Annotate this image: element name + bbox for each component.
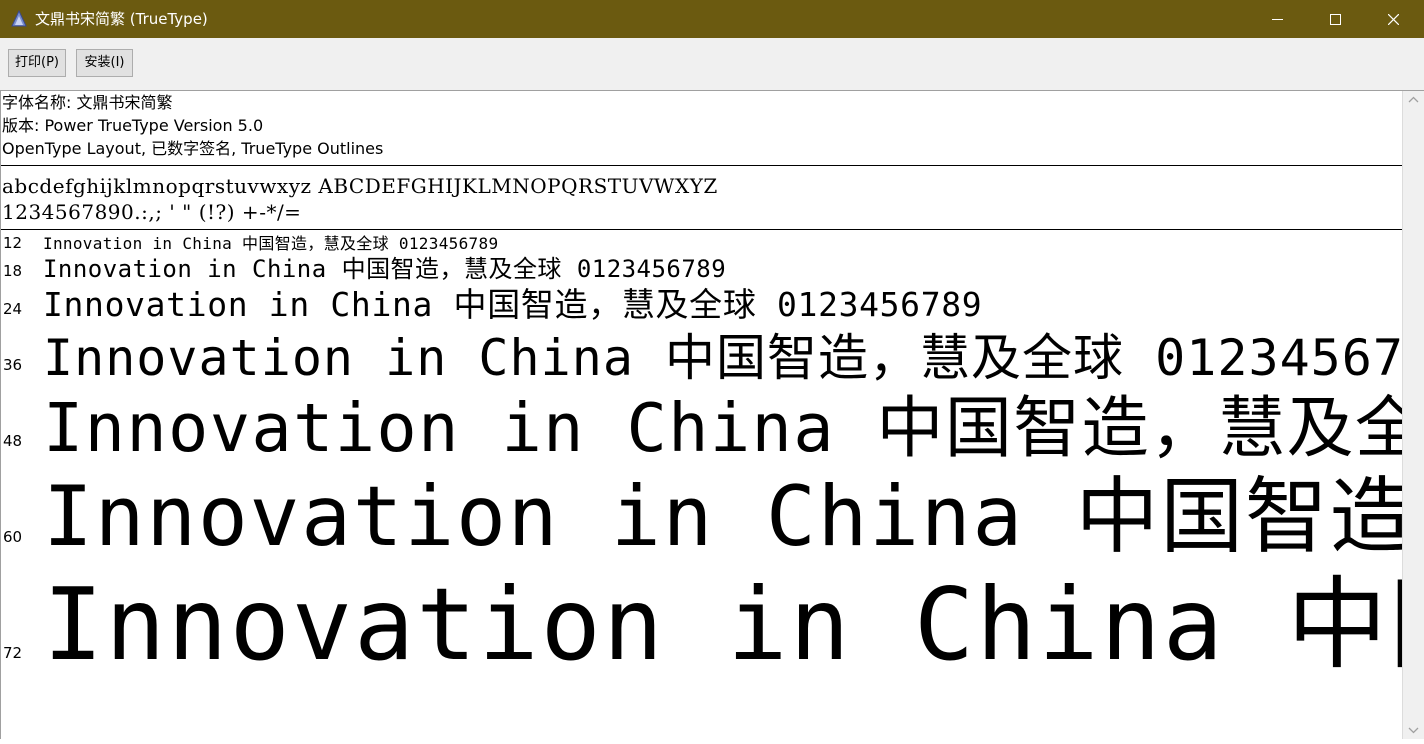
font-version-line: 版本: Power TrueType Version 5.0 <box>2 116 264 135</box>
sample-size-label: 24 <box>3 300 23 318</box>
charset-symbols: 1234567890.:,; ' " (!?) +-*/= <box>2 200 302 224</box>
sample-text: Innovation in China 中国智造，慧及全球 0123456789 <box>43 389 1402 467</box>
sample-text: Innovation in China 中国智造，慧及全球 0123456789 <box>43 234 499 253</box>
close-icon <box>1388 14 1399 25</box>
font-viewer-icon <box>11 10 27 27</box>
scroll-up-button[interactable] <box>1403 91 1424 109</box>
minimize-button[interactable] <box>1248 0 1306 38</box>
print-button[interactable]: 打印(P) <box>8 49 66 77</box>
sample-text: Innovation in China 中国智造，慧及全球 0123456789 <box>43 329 1402 387</box>
font-preview-pane: 字体名称: 文鼎书宋简繁 版本: Power TrueType Version … <box>0 91 1402 739</box>
chevron-down-icon <box>1408 727 1419 734</box>
sample-text: Innovation in China 中国智造，慧及全球 0123456789 <box>43 468 1402 565</box>
sample-text: Innovation in China 中国智造，慧及全球 0123456789 <box>43 255 727 283</box>
divider <box>1 229 1402 230</box>
sample-size-label: 72 <box>3 644 23 662</box>
maximize-icon <box>1330 14 1341 25</box>
title-bar: 文鼎书宋简繁 (TrueType) <box>0 0 1424 38</box>
window-title: 文鼎书宋简繁 (TrueType) <box>35 10 208 28</box>
scroll-track[interactable] <box>1406 111 1421 719</box>
sample-size-label: 18 <box>3 262 23 280</box>
divider <box>1 165 1402 166</box>
sample-text: Innovation in China 中国智造，慧及全球 0123456789 <box>43 285 983 324</box>
charset-letters: abcdefghijklmnopqrstuvwxyz ABCDEFGHIJKLM… <box>2 174 718 198</box>
sample-size-label: 36 <box>3 356 23 374</box>
font-name-line: 字体名称: 文鼎书宋简繁 <box>2 93 173 112</box>
install-button[interactable]: 安装(I) <box>76 49 133 77</box>
sample-size-label: 12 <box>3 234 23 252</box>
vertical-scrollbar[interactable] <box>1402 91 1424 739</box>
minimize-icon <box>1272 19 1283 20</box>
font-features-line: OpenType Layout, 已数字签名, TrueType Outline… <box>2 139 384 158</box>
close-button[interactable] <box>1364 0 1422 38</box>
chevron-up-icon <box>1408 96 1419 103</box>
sample-text: Innovation in China 中国智造，慧及全球 0123456789 <box>43 566 1402 683</box>
sample-size-label: 48 <box>3 432 23 450</box>
toolbar: 打印(P) 安装(I) <box>0 38 1424 91</box>
maximize-button[interactable] <box>1306 0 1364 38</box>
scroll-down-button[interactable] <box>1403 721 1424 739</box>
sample-size-label: 60 <box>3 528 23 546</box>
